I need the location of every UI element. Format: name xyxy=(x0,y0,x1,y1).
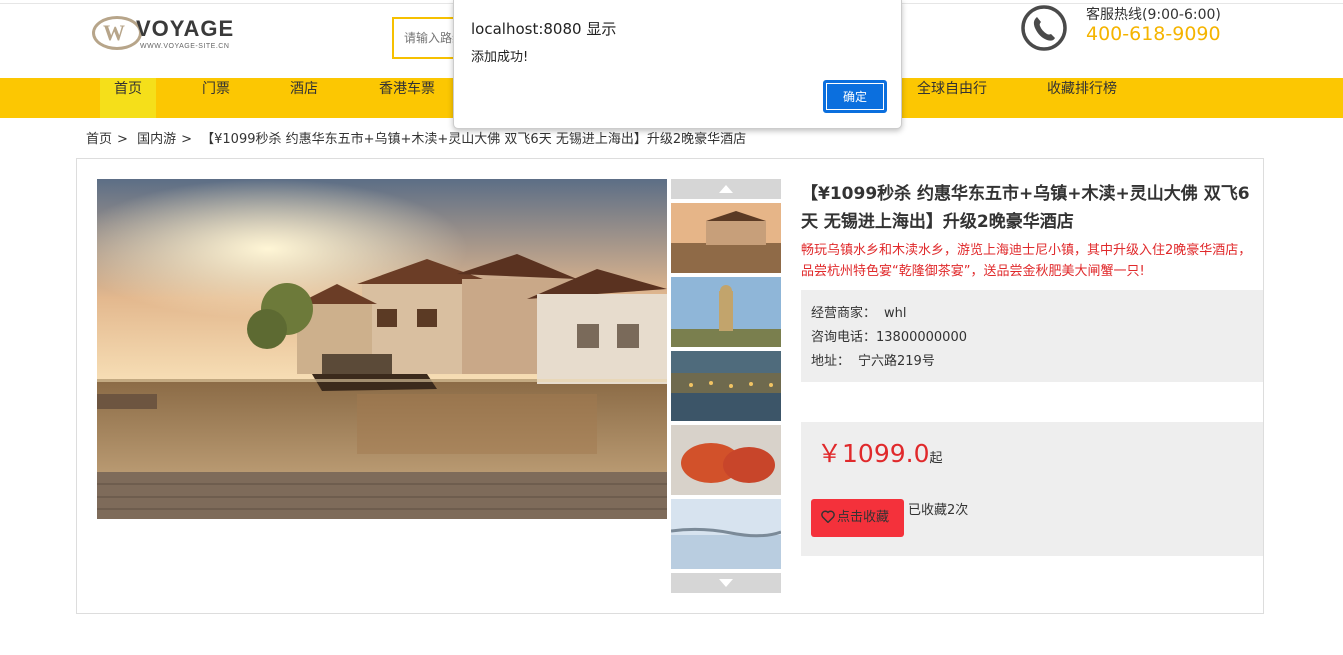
thumbnail-4[interactable] xyxy=(671,425,781,495)
dialog-ok-button[interactable]: 确定 xyxy=(823,80,887,113)
address-row: 地址： 宁六路219号 xyxy=(811,350,1253,374)
breadcrumb-home[interactable]: 首页 xyxy=(86,132,112,147)
product-title: 【¥1099秒杀 约惠华东五市+乌镇+木渎+灵山大佛 双飞6天 无锡进上海出】升… xyxy=(801,184,1250,232)
nav-item-hk-bus[interactable]: 香港车票 xyxy=(379,78,435,118)
logo-text: VOYAGE xyxy=(136,16,235,41)
nav-item-home[interactable]: 首页 xyxy=(100,78,156,118)
breadcrumb-separator: > xyxy=(181,132,192,147)
logo-subtext: WWW.VOYAGE-SITE.CN xyxy=(140,43,230,50)
price-symbol: ￥ xyxy=(817,439,843,468)
arrow-down-icon xyxy=(719,579,733,587)
thumbnail-1[interactable] xyxy=(671,203,781,273)
thumb-scroll-down[interactable] xyxy=(671,573,781,593)
thumbnail-strip xyxy=(671,179,781,593)
logo-mark: W xyxy=(92,16,142,50)
favorite-button-label: 点击收藏 xyxy=(837,510,890,525)
alert-dialog: localhost:8080 显示 添加成功! 确定 xyxy=(453,0,902,129)
dialog-message: 添加成功! xyxy=(471,50,529,65)
product-description: 畅玩乌镇水乡和木渎水乡，游览上海迪士尼小镇，其中升级入住2晚豪华酒店，品尝杭州特… xyxy=(801,243,1252,279)
merchant-label: 经营商家： xyxy=(811,306,877,321)
phone-row: 咨询电话：13800000000 xyxy=(811,326,1253,350)
arrow-up-icon xyxy=(719,185,733,193)
merchant-value: whl xyxy=(884,306,907,321)
breadcrumb-category[interactable]: 国内游 xyxy=(137,132,176,147)
price-suffix: 起 xyxy=(929,451,943,466)
site-logo[interactable]: W VOYAGE WWW.VOYAGE-SITE.CN xyxy=(92,14,270,56)
phone-label: 咨询电话： xyxy=(811,330,877,345)
thumbnail-5[interactable] xyxy=(671,499,781,569)
nav-item-tickets[interactable]: 门票 xyxy=(202,78,230,118)
address-value: 宁六路219号 xyxy=(858,354,935,369)
address-label: 地址： xyxy=(811,354,851,369)
nav-item-global-travel[interactable]: 全球自由行 xyxy=(917,78,987,118)
nav-item-hotels[interactable]: 酒店 xyxy=(290,78,318,118)
add-favorite-button[interactable]: 点击收藏 xyxy=(811,499,904,537)
merchant-info: 经营商家： whl 咨询电话：13800000000 地址： 宁六路219号 xyxy=(801,290,1263,382)
breadcrumb-current: 【¥1099秒杀 约惠华东五市+乌镇+木渎+灵山大佛 双飞6天 无锡进上海出】升… xyxy=(201,132,747,147)
nav-item-favorite-rank[interactable]: 收藏排行榜 xyxy=(1047,78,1117,118)
search-input[interactable] xyxy=(394,19,462,57)
dialog-title: localhost:8080 显示 xyxy=(471,20,617,38)
breadcrumb: 首页 > 国内游 > 【¥1099秒杀 约惠华东五市+乌镇+木渎+灵山大佛 双飞6天… xyxy=(86,128,751,147)
hotline-number: 400-618-9090 xyxy=(1086,23,1221,45)
heart-icon xyxy=(821,510,835,524)
phone-value: 13800000000 xyxy=(876,330,967,345)
hotline-label: 客服热线(9:00-6:00) xyxy=(1086,7,1221,23)
price: ￥1099.0起 xyxy=(817,434,943,470)
thumbnail-3[interactable] xyxy=(671,351,781,421)
main-product-image xyxy=(97,179,667,519)
merchant-row: 经营商家： whl xyxy=(811,302,1253,326)
price-value: 1099.0 xyxy=(842,439,930,468)
price-panel: ￥1099.0起 点击收藏 已收藏2次 xyxy=(801,422,1263,556)
breadcrumb-separator: > xyxy=(117,132,128,147)
thumbnail-2[interactable] xyxy=(671,277,781,347)
favorite-count: 已收藏2次 xyxy=(908,503,969,518)
thumb-scroll-up[interactable] xyxy=(671,179,781,199)
search-box xyxy=(392,17,462,59)
phone-icon xyxy=(1021,5,1067,51)
